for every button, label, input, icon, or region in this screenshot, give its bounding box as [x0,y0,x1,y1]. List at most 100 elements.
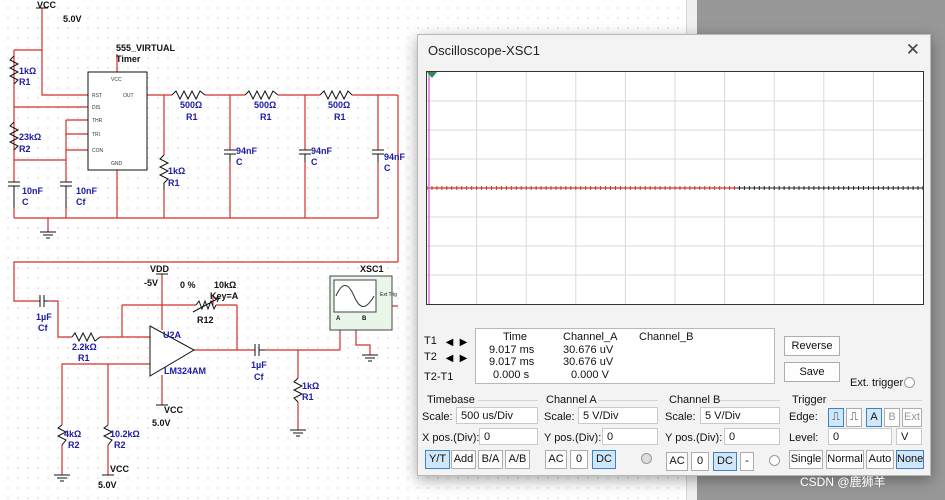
ext-trigger-radio[interactable] [904,377,915,388]
timebase-scale-label: Scale: [422,411,453,423]
xsc-ch-b: B [362,316,367,322]
vcc-top-value: 5.0V [63,14,82,24]
vdd-name: VDD [150,264,170,274]
t2-right-arrow-icon[interactable]: ▶ [458,353,469,364]
oscilloscope-window[interactable]: Oscilloscope-XSC1 ✕ T1 T2 T2-T1 ◀ ▶ ◀ ▶ … [417,34,931,476]
pot-key: Key=A [210,291,239,301]
r22k-ref: R1 [78,353,90,363]
c94-2-value: 94nF [311,146,333,156]
channel-a-ypos-input[interactable]: 0 [602,428,658,445]
mode-add-button[interactable]: Add [451,450,476,469]
r-out-ref: R1 [302,392,314,402]
pot-value: 10kΩ [214,280,236,290]
reverse-button[interactable]: Reverse [784,336,840,356]
close-icon[interactable]: ✕ [906,40,920,60]
channel-a-radio[interactable] [641,453,652,464]
t1-left-arrow-icon[interactable]: ◀ [444,337,455,348]
channel-a-ac-button[interactable]: AC [545,450,567,469]
schematic-canvas[interactable]: RST DIS THR TRI CON VCC OUT GND VCC 5.0V… [0,0,945,500]
scope-grid [426,72,924,304]
mode-ab-button[interactable]: A/B [505,450,530,469]
channel-a-title: Channel A [546,394,597,406]
readout-header-chb: Channel_B [639,331,694,343]
timer-pin-out: OUT [123,93,134,99]
component-labels: VCC 5.0V 555_VIRTUAL Timer 1kΩ R1 23kΩ R… [19,0,406,490]
channel-b-ac-button[interactable]: AC [666,452,688,471]
readout-t2-time: 9.017 ms [489,356,535,368]
c-out-ref: Cf [254,372,264,382]
vdd-value: -5V [144,278,158,288]
r-out-value: 1kΩ [302,381,319,391]
r1k-mid-ref: R1 [168,178,180,188]
timer-title: 555_VIRTUAL [116,43,176,53]
xsc-ch-a: A [336,316,341,322]
circuit-components [8,7,393,482]
t2-left-arrow-icon[interactable]: ◀ [444,353,455,364]
r500-1-value: 500Ω [180,100,202,110]
trigger-edge-label: Edge: [789,411,818,423]
trigger-single-button[interactable]: Single [789,450,823,469]
r2-top-ref: R2 [19,144,31,154]
c10-b-value: 10nF [76,186,98,196]
xsc-ext-trig: Ext Trig [380,292,397,298]
timebase-xpos-input[interactable]: 0 [479,428,538,445]
oscilloscope-screen[interactable] [426,71,924,305]
channel-a-ypos-label: Y pos.(Div): [544,432,602,444]
mode-ba-button[interactable]: B/A [478,450,503,469]
oscilloscope-titlebar[interactable]: Oscilloscope-XSC1 ✕ [418,35,930,65]
channel-a-zero-button[interactable]: 0 [570,450,588,469]
channel-b-dc-button[interactable]: DC [713,452,737,471]
channel-b-scale-input[interactable]: 5 V/Div [700,407,780,424]
t1-right-arrow-icon[interactable]: ▶ [458,337,469,348]
readout-diff-time: 0.000 s [493,369,530,381]
trigger-normal-button[interactable]: Normal [826,450,864,469]
rising-edge-icon[interactable]: ⎍ [828,408,844,427]
channel-b-minus-button[interactable]: - [740,452,754,471]
vcc-opamp-name: VCC [164,405,184,415]
c10-b-ref: Cf [76,197,86,207]
trigger-auto-button[interactable]: Auto [866,450,894,469]
r500-3-ref: R1 [334,112,346,122]
trigger-source-ext[interactable]: Ext [902,408,922,427]
circuit-wires [13,8,399,475]
channel-b-ypos-input[interactable]: 0 [724,428,780,445]
r1k-mid-value: 1kΩ [168,166,185,176]
trigger-divider [832,400,922,401]
opamp-model: LM324AM [164,366,206,376]
c10-a-ref: C [22,197,29,207]
trigger-source-a[interactable]: A [866,408,882,427]
c-in-value: 1µF [36,312,52,322]
oscilloscope-title: Oscilloscope-XSC1 [428,43,540,58]
channel-a-scale-input[interactable]: 5 V/Div [578,407,658,424]
c94-2-ref: C [311,157,318,167]
save-button[interactable]: Save [784,362,840,382]
r500-3-value: 500Ω [328,100,350,110]
watermark-text: CSDN @鹿狮羊 [800,475,886,489]
trigger-source-b[interactable]: B [884,408,900,427]
trigger-level-label: Level: [789,432,819,444]
channel-a-dc-button[interactable]: DC [592,450,616,469]
r4k-value: 4kΩ [64,429,81,439]
timebase-scale-input[interactable]: 500 us/Div [456,407,538,424]
r500-1-ref: R1 [186,112,198,122]
r1-top-ref: R1 [19,77,31,87]
timer-pin-tri: TRI [92,132,100,138]
vcc-bottom-value: 5.0V [98,480,117,490]
r2-top-value: 23kΩ [19,132,41,142]
trigger-none-button[interactable]: None [896,450,924,469]
falling-edge-icon[interactable]: ⎍ [846,408,862,427]
mode-yt-button[interactable]: Y/T [425,450,450,469]
channel-b-scale-label: Scale: [665,411,696,423]
vcc-opamp-value: 5.0V [152,418,171,428]
c94-1-value: 94nF [236,146,258,156]
trigger-level-input[interactable]: 0 [828,428,892,445]
readout-table: Time Channel_A Channel_B 9.017 ms 30.676… [475,328,775,384]
pot-ref: R12 [197,315,214,325]
channel-b-radio[interactable] [769,455,780,466]
xsc-ref: XSC1 [360,264,384,274]
r22k-value: 2.2kΩ [72,342,97,352]
c-in-ref: Cf [38,323,48,333]
timer-pin-con: CON [92,148,104,154]
trigger-level-unit[interactable]: V [896,428,922,445]
channel-b-zero-button[interactable]: 0 [691,452,709,471]
